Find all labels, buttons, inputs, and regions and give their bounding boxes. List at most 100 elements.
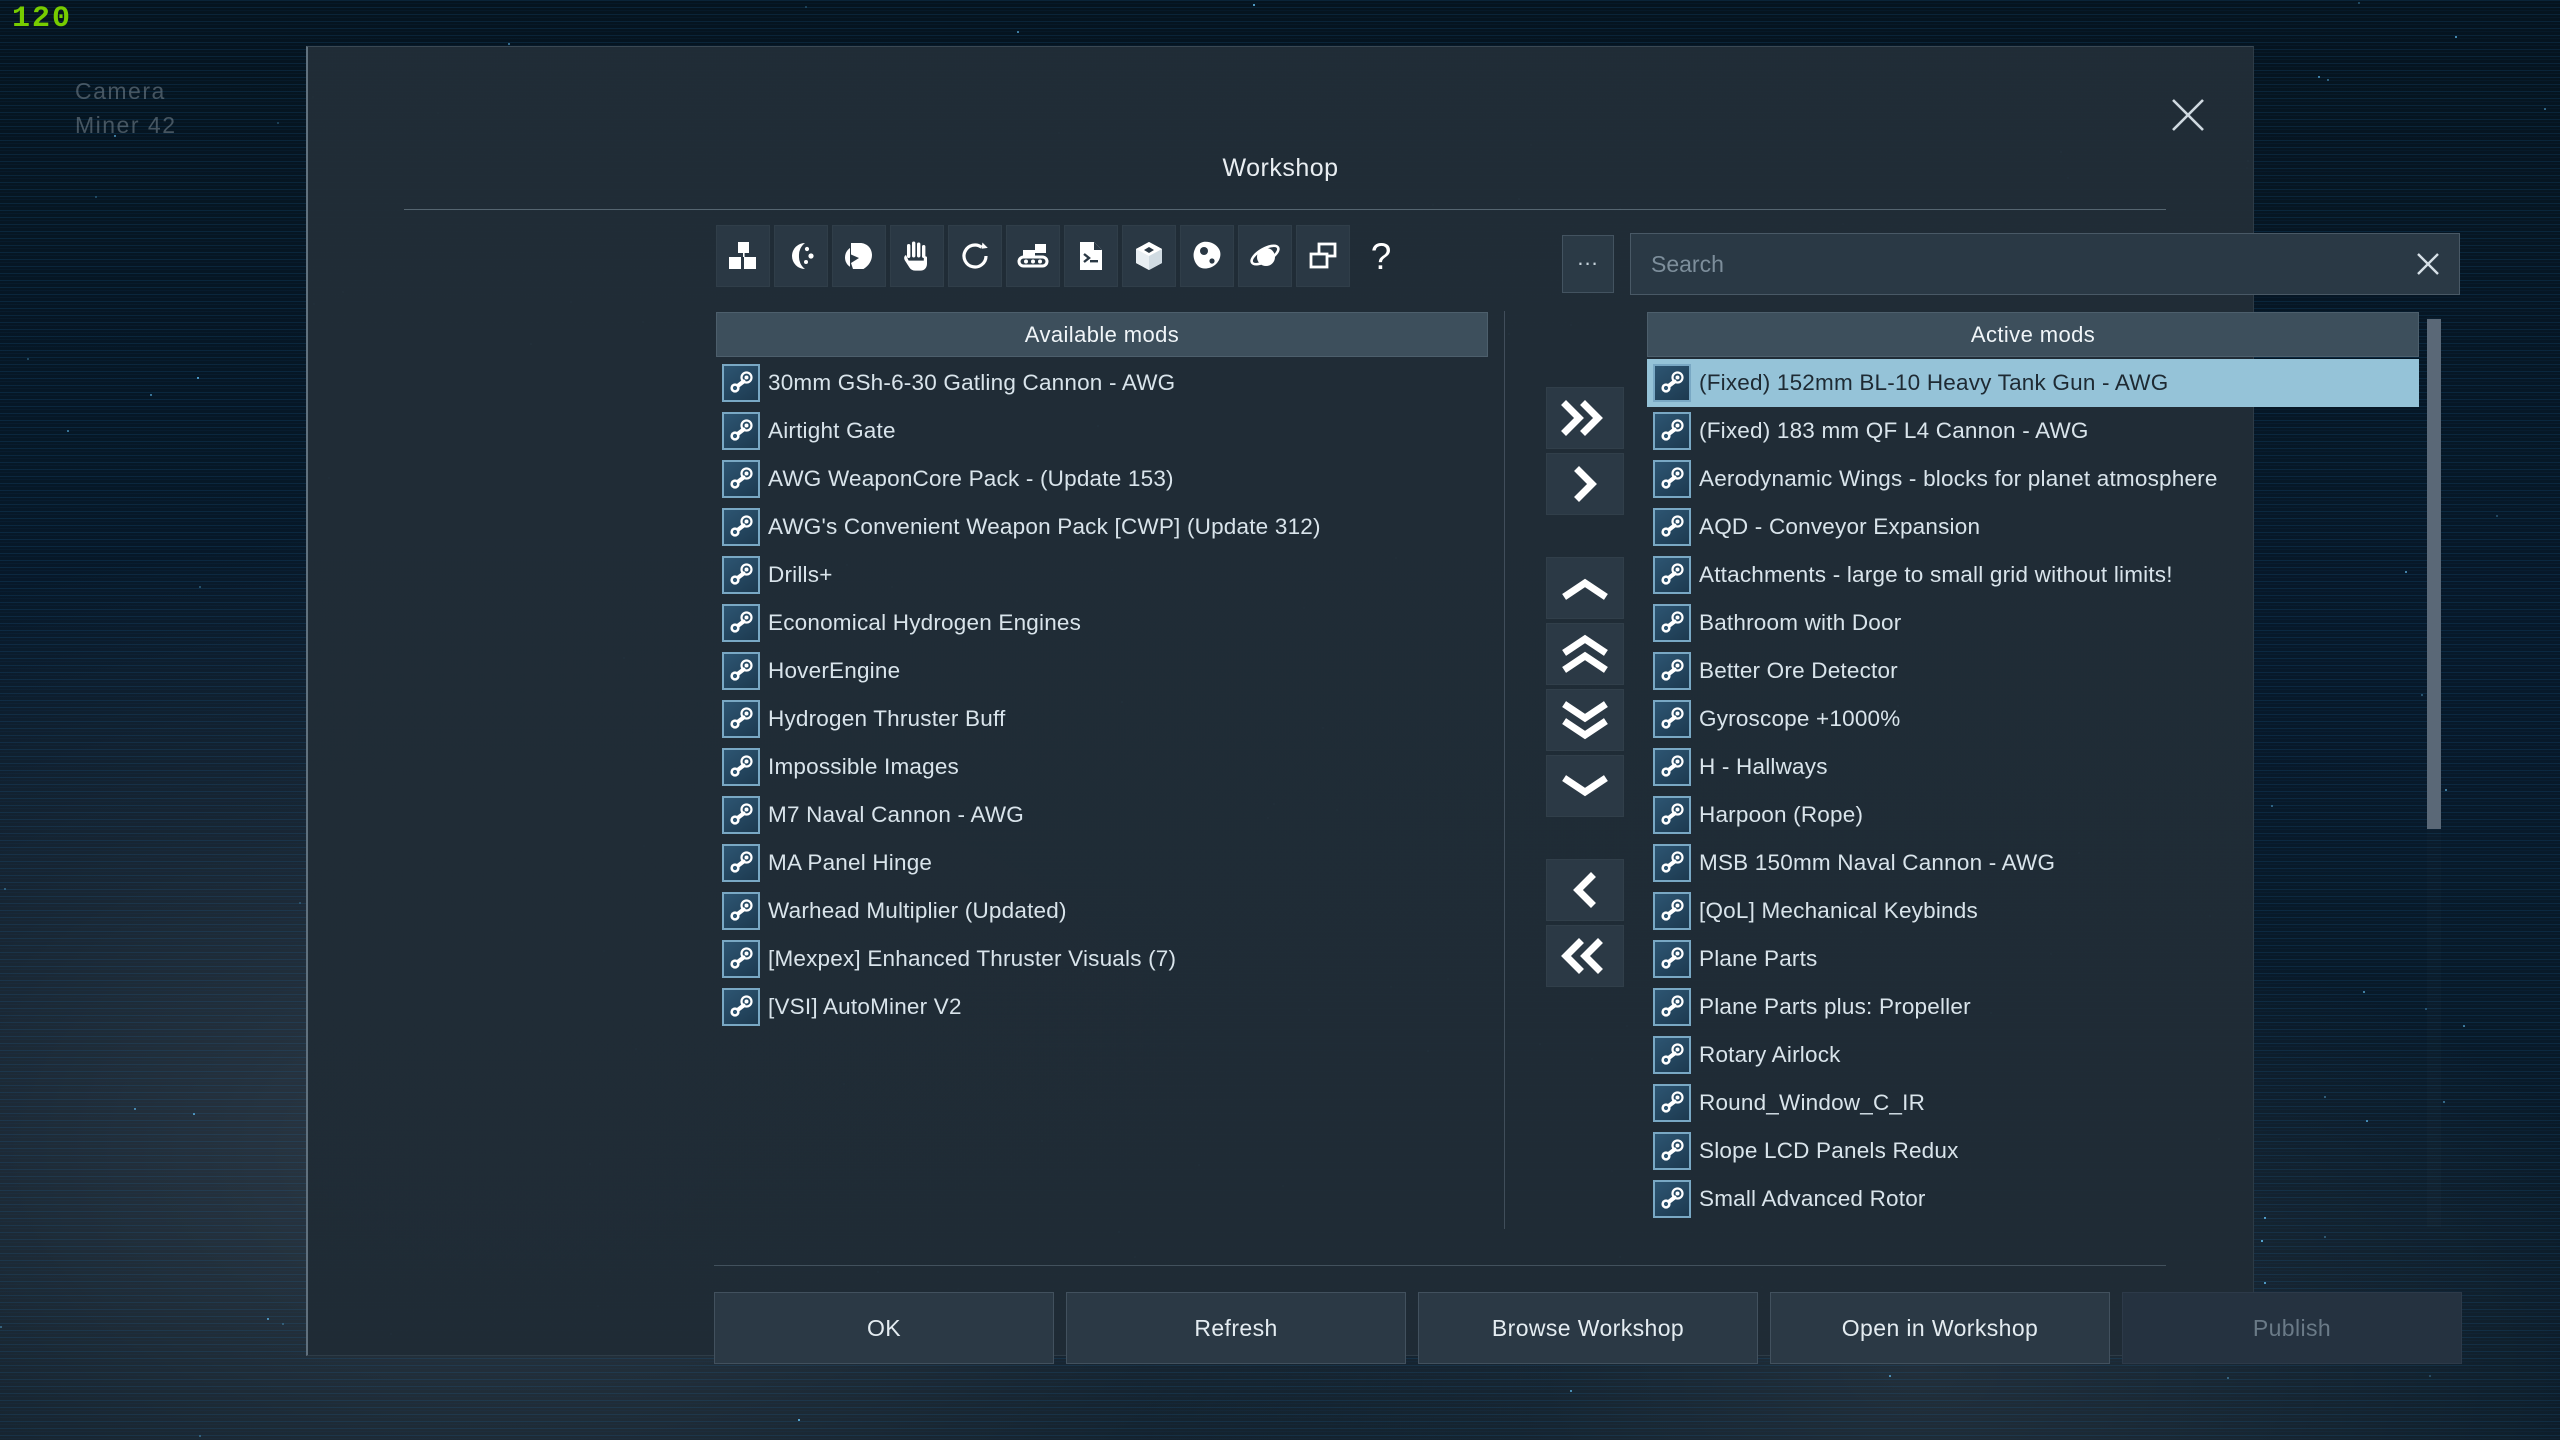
- mod-name-label: Rotary Airlock: [1699, 1042, 1841, 1067]
- vehicle-icon[interactable]: [1006, 225, 1060, 287]
- question-icon[interactable]: ?: [1354, 225, 1408, 287]
- mod-list-item[interactable]: Attachments - large to small grid withou…: [1647, 551, 2419, 599]
- chevron-up-icon: [1561, 571, 1609, 605]
- mod-list-item[interactable]: Airtight Gate: [716, 407, 1488, 455]
- mod-list-item[interactable]: [QoL] Mechanical Keybinds: [1647, 887, 2419, 935]
- active-list-scrollbar-thumb[interactable]: [2427, 319, 2441, 829]
- cube-icon[interactable]: [1122, 225, 1176, 287]
- star: [2260, 1240, 2263, 1243]
- mod-list-item[interactable]: Warhead Multiplier (Updated): [716, 887, 1488, 935]
- steam-icon: [722, 412, 760, 450]
- move-left-button[interactable]: [1546, 859, 1624, 921]
- available-mods-header: Available mods: [716, 312, 1488, 357]
- mod-list-item[interactable]: Better Ore Detector: [1647, 647, 2419, 695]
- move-bottom-button[interactable]: [1546, 689, 1624, 751]
- steam-icon: [722, 460, 760, 498]
- ok-button[interactable]: OK: [714, 1292, 1054, 1364]
- star: [94, 195, 97, 198]
- mod-list-item[interactable]: Drills+: [716, 551, 1488, 599]
- workshop-dialog: Workshop ? ... Search Available mods Act…: [306, 46, 2462, 1364]
- star: [198, 585, 201, 588]
- mod-list-item[interactable]: MA Panel Hinge: [716, 839, 1488, 887]
- steam-icon: [1653, 748, 1691, 786]
- mod-list-item[interactable]: AQD - Conveyor Expansion: [1647, 503, 2419, 551]
- mod-list-item[interactable]: [VSI] AutoMiner V2: [716, 983, 1488, 1031]
- mod-list-item[interactable]: [Mexpex] Enhanced Thruster Visuals (7): [716, 935, 1488, 983]
- star: [199, 1434, 202, 1437]
- mod-list-item[interactable]: Aerodynamic Wings - blocks for planet at…: [1647, 455, 2419, 503]
- mod-list-item[interactable]: Economical Hydrogen Engines: [716, 599, 1488, 647]
- mod-list-item[interactable]: AWG WeaponCore Pack - (Update 153): [716, 455, 1488, 503]
- move-right-button[interactable]: [1546, 453, 1624, 515]
- mod-list-item[interactable]: MSB 150mm Naval Cannon - AWG: [1647, 839, 2419, 887]
- close-icon[interactable]: [2165, 92, 2211, 138]
- steam-icon: [1653, 1180, 1691, 1218]
- mod-name-label: Small Advanced Rotor: [1699, 1186, 1926, 1211]
- steam-icon: [1653, 700, 1691, 738]
- refresh-button[interactable]: Refresh: [1066, 1292, 1406, 1364]
- dialog-title: Workshop: [1222, 154, 1339, 182]
- steam-icon: [722, 796, 760, 834]
- mod-list-item[interactable]: HoverEngine: [716, 647, 1488, 695]
- mod-list-item[interactable]: AWG's Convenient Weapon Pack [CWP] (Upda…: [716, 503, 1488, 551]
- mod-list-item[interactable]: Impossible Images: [716, 743, 1488, 791]
- mod-list-item[interactable]: H - Hallways: [1647, 743, 2419, 791]
- planet-icon[interactable]: [1238, 225, 1292, 287]
- move-down-button[interactable]: [1546, 755, 1624, 817]
- mod-list-item[interactable]: 30mm GSh-6-30 Gatling Cannon - AWG: [716, 359, 1488, 407]
- moon-icon[interactable]: [774, 225, 828, 287]
- star: [2264, 1282, 2267, 1285]
- steam-icon: [1653, 988, 1691, 1026]
- mod-list-item[interactable]: Plane Parts plus: Propeller: [1647, 983, 2419, 1031]
- mod-name-label: [Mexpex] Enhanced Thruster Visuals (7): [768, 946, 1177, 971]
- mod-list-item[interactable]: Small Advanced Rotor: [1647, 1175, 2419, 1223]
- rotate-icon[interactable]: [948, 225, 1002, 287]
- move-top-button[interactable]: [1546, 623, 1624, 685]
- steam-icon: [1653, 796, 1691, 834]
- search-input[interactable]: [1631, 234, 2397, 294]
- move-all-left-button[interactable]: [1546, 925, 1624, 987]
- dialog-action-bar: OK Refresh Browse Workshop Open in Works…: [714, 1292, 2462, 1364]
- star: [134, 1107, 136, 1110]
- steam-icon: [722, 892, 760, 930]
- mod-list-item[interactable]: (Fixed) 152mm BL-10 Heavy Tank Gun - AWG: [1647, 359, 2419, 407]
- mod-list-item[interactable]: Gyroscope +1000%: [1647, 695, 2419, 743]
- mod-name-label: Gyroscope +1000%: [1699, 706, 1901, 731]
- mod-list-item[interactable]: Rotary Airlock: [1647, 1031, 2419, 1079]
- mod-list-item[interactable]: Harpoon (Rope): [1647, 791, 2419, 839]
- star: [192, 1112, 195, 1115]
- active-mods-list[interactable]: (Fixed) 152mm BL-10 Heavy Tank Gun - AWG…: [1647, 359, 2419, 1227]
- mod-list-item[interactable]: Slope LCD Panels Redux: [1647, 1127, 2419, 1175]
- mod-list-item[interactable]: Hydrogen Thruster Buff: [716, 695, 1488, 743]
- move-all-right-button[interactable]: [1546, 387, 1624, 449]
- mod-list-item[interactable]: M7 Naval Cannon - AWG: [716, 791, 1488, 839]
- title-divider: [404, 209, 2166, 210]
- asteroid-icon[interactable]: [1180, 225, 1234, 287]
- open-in-workshop-button[interactable]: Open in Workshop: [1770, 1292, 2110, 1364]
- helmet-icon[interactable]: [832, 225, 886, 287]
- available-mods-list[interactable]: 30mm GSh-6-30 Gatling Cannon - AWG Airtig…: [716, 359, 1488, 1227]
- star: [1889, 1375, 1892, 1378]
- transfer-arrow-column: [1546, 387, 1624, 987]
- steam-icon: [1653, 1084, 1691, 1122]
- move-up-button[interactable]: [1546, 557, 1624, 619]
- blocks-icon[interactable]: [716, 225, 770, 287]
- browse-workshop-button[interactable]: Browse Workshop: [1418, 1292, 1758, 1364]
- mod-list-item[interactable]: (Fixed) 183 mm QF L4 Cannon - AWG: [1647, 407, 2419, 455]
- steam-icon: [722, 748, 760, 786]
- double-chevron-right-icon: [1559, 398, 1611, 438]
- mod-list-item[interactable]: Bathroom with Door: [1647, 599, 2419, 647]
- mod-name-label: MSB 150mm Naval Cannon - AWG: [1699, 850, 2056, 875]
- script-file-icon[interactable]: [1064, 225, 1118, 287]
- double-chevron-down-icon: [1561, 698, 1609, 742]
- star: [2421, 694, 2424, 697]
- mod-list-item[interactable]: Plane Parts: [1647, 935, 2419, 983]
- more-options-button[interactable]: ...: [1562, 235, 1614, 293]
- search-clear-icon[interactable]: [2397, 234, 2459, 294]
- mod-name-label: Warhead Multiplier (Updated): [768, 898, 1067, 923]
- windows-icon[interactable]: [1296, 225, 1350, 287]
- star: [2357, 1, 2360, 4]
- hand-icon[interactable]: [890, 225, 944, 287]
- mod-list-item[interactable]: Round_Window_C_IR: [1647, 1079, 2419, 1127]
- mod-name-label: AQD - Conveyor Expansion: [1699, 514, 1981, 539]
